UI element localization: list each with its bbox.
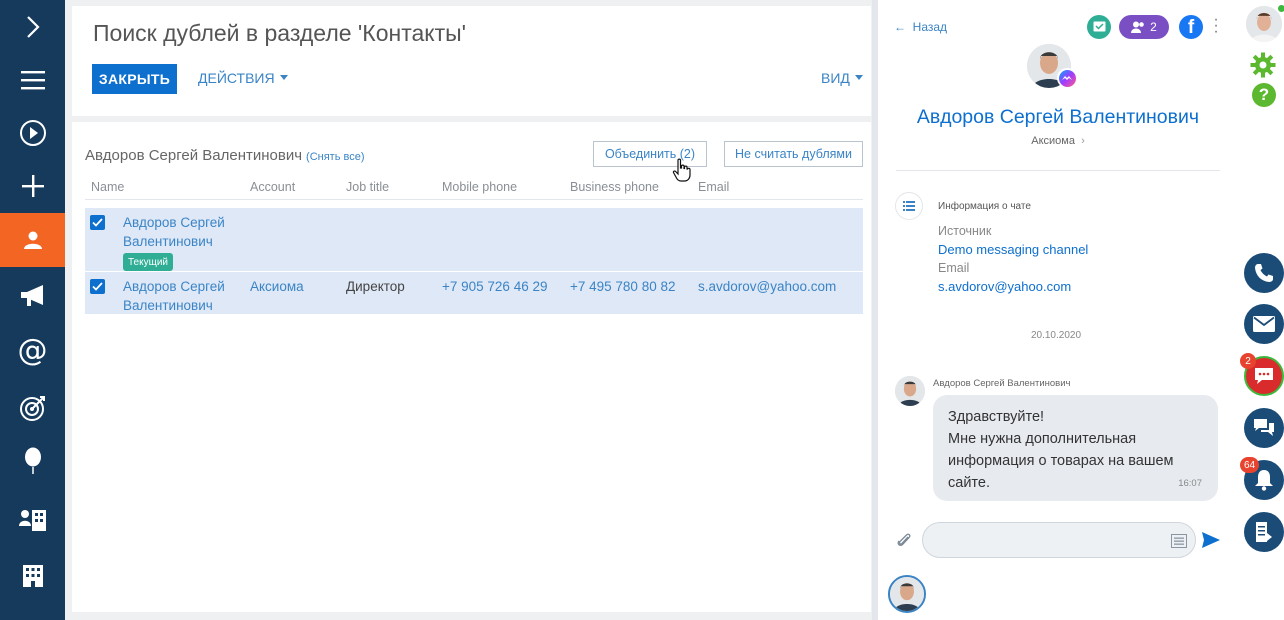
chat-badge: 2 — [1240, 353, 1256, 369]
email-label: Email — [938, 261, 970, 275]
row-checkbox[interactable] — [90, 215, 105, 230]
message-line: Мне нужна дополнительная — [948, 431, 1137, 447]
row-name[interactable]: Авдоров Сергей Валентинович — [123, 277, 225, 315]
message-line: информация о товарах на вашем — [948, 453, 1174, 469]
email-value[interactable]: s.avdorov@yahoo.com — [938, 279, 1071, 294]
table-row[interactable]: Авдоров Сергей Валентинович Аксиома Дире… — [85, 272, 863, 314]
check-icon — [92, 282, 103, 291]
column-header[interactable]: Account — [250, 180, 295, 194]
target-icon[interactable] — [0, 381, 65, 435]
column-header[interactable]: Name — [91, 180, 124, 194]
main-area: Поиск дублей в разделе 'Контакты' ЗАКРЫТ… — [65, 0, 877, 620]
view-menu[interactable]: ВИД — [821, 70, 863, 86]
column-header[interactable]: Mobile phone — [442, 180, 517, 194]
contact-account[interactable]: Аксиома › — [878, 135, 1238, 147]
column-header[interactable]: Email — [698, 180, 729, 194]
back-link[interactable]: ← Назад — [894, 20, 947, 34]
at-icon[interactable]: @ — [0, 324, 65, 378]
account-label: Аксиома — [1031, 135, 1075, 147]
chevron-down-icon — [279, 74, 288, 80]
chat-panel: ← Назад 2 f · · · Авдоров Сергей Валентино… — [878, 0, 1238, 620]
gear-icon[interactable] — [1250, 52, 1276, 83]
org-icon[interactable] — [0, 493, 65, 547]
plus-icon[interactable] — [0, 159, 65, 213]
message-author: Авдоров Сергей Валентинович — [933, 378, 1071, 389]
name-line: Валентинович — [123, 234, 213, 249]
name-line: Авдоров Сергей — [123, 215, 225, 230]
building-icon[interactable] — [0, 549, 65, 603]
unselect-all-link[interactable]: (Снять все) — [306, 151, 364, 163]
online-status-dot — [1278, 5, 1284, 12]
users-icon — [1131, 21, 1144, 33]
contact-icon[interactable] — [0, 213, 65, 267]
right-sidebar: ? 2 64 — [1238, 0, 1284, 620]
message-input[interactable] — [922, 522, 1196, 558]
left-sidebar: @ — [0, 0, 65, 620]
row-job-title: Директор — [346, 279, 405, 294]
more-icon[interactable]: · · · — [1211, 12, 1221, 40]
name-line: Валентинович — [123, 298, 213, 313]
not-duplicates-button[interactable]: Не считать дублями — [724, 141, 863, 167]
actions-menu[interactable]: ДЕЙСТВИЯ — [198, 70, 288, 86]
notifications-badge: 64 — [1240, 457, 1260, 473]
row-email[interactable]: s.avdorov@yahoo.com — [698, 277, 836, 296]
send-icon[interactable] — [1202, 532, 1220, 553]
column-header[interactable]: Business phone — [570, 180, 659, 194]
chevron-right-icon: › — [1081, 135, 1085, 147]
template-icon[interactable] — [1171, 534, 1187, 548]
message-bubble: Здравствуйте! Мне нужна дополнительная и… — [933, 395, 1218, 501]
message-line: сайте. — [948, 475, 990, 491]
header-panel: Поиск дублей в разделе 'Контакты' ЗАКРЫТ… — [72, 6, 871, 116]
chat-status-icon[interactable] — [1087, 15, 1111, 39]
chevron-down-icon — [854, 74, 863, 80]
row-mobile-phone[interactable]: +7 905 726 46 29 — [442, 277, 547, 296]
view-label: ВИД — [821, 70, 850, 86]
arrow-left-icon: ← — [894, 20, 906, 34]
row-checkbox[interactable] — [90, 279, 105, 294]
balloon-icon[interactable] — [0, 434, 65, 488]
actions-label: ДЕЙСТВИЯ — [198, 70, 275, 86]
feed-icon[interactable] — [1244, 408, 1284, 448]
participants-button[interactable]: 2 — [1119, 15, 1169, 39]
user-avatar[interactable] — [1246, 6, 1282, 42]
document-icon[interactable] — [1244, 512, 1284, 552]
check-icon — [92, 218, 103, 227]
message-line: Здравствуйте! — [948, 409, 1045, 425]
group-name: Авдоров Сергей Валентинович — [85, 147, 303, 164]
operator-avatar[interactable] — [888, 575, 926, 613]
table-row[interactable]: Авдоров Сергей Валентинович Текущий — [85, 208, 863, 271]
list-icon — [895, 192, 923, 220]
chevron-right-icon[interactable] — [0, 0, 65, 54]
messenger-icon — [1057, 68, 1077, 88]
divider — [896, 170, 1220, 171]
table-header: Name Account Job title Mobile phone Busi… — [85, 174, 863, 200]
phone-icon[interactable] — [1244, 253, 1284, 293]
page-title: Поиск дублей в разделе 'Контакты' — [93, 20, 467, 46]
row-account[interactable]: Аксиома — [250, 277, 304, 296]
email-icon[interactable] — [1244, 304, 1284, 344]
participants-count: 2 — [1150, 20, 1157, 34]
contact-name[interactable]: Авдоров Сергей Валентинович — [878, 106, 1238, 129]
date-separator: 20.10.2020 — [1030, 330, 1082, 341]
message-time: 16:07 — [1178, 478, 1202, 489]
source-value[interactable]: Demo messaging channel — [938, 242, 1088, 257]
row-name[interactable]: Авдоров Сергей Валентинович — [123, 213, 225, 251]
column-header[interactable]: Job title — [346, 180, 389, 194]
help-icon[interactable]: ? — [1252, 83, 1276, 107]
close-button[interactable]: ЗАКРЫТЬ — [92, 64, 177, 94]
play-icon[interactable] — [0, 106, 65, 160]
duplicates-panel: Авдоров Сергей Валентинович (Снять все) О… — [72, 122, 871, 612]
back-label: Назад — [912, 20, 948, 34]
facebook-icon[interactable]: f — [1179, 15, 1203, 39]
message-avatar — [895, 376, 925, 406]
row-business-phone[interactable]: +7 495 780 80 82 — [570, 277, 675, 296]
chat-info-title: Информация о чате — [938, 201, 1031, 212]
name-line: Авдоров Сергей — [123, 279, 225, 294]
paperclip-icon[interactable] — [896, 531, 912, 554]
group-title: Авдоров Сергей Валентинович (Снять все) — [85, 147, 365, 164]
current-badge: Текущий — [123, 253, 173, 271]
menu-icon[interactable] — [0, 53, 65, 107]
source-label: Источник — [938, 224, 992, 238]
megaphone-icon[interactable] — [0, 269, 65, 323]
